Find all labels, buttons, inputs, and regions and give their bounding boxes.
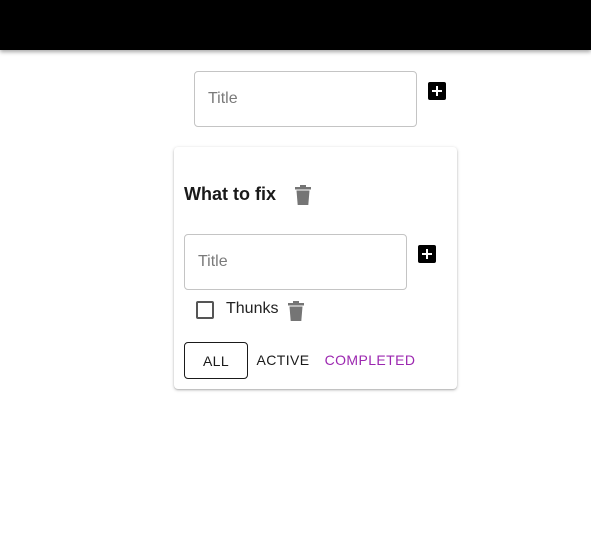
todolist-title-field[interactable] (194, 71, 417, 127)
todolist-title: What to fix (184, 184, 276, 204)
filter-all-button[interactable]: ALL (184, 342, 248, 379)
todolist-card: What to fix Thunks ALL ACTIVE COMPLETED (174, 147, 457, 389)
add-box-icon[interactable] (418, 245, 436, 263)
add-box-icon[interactable] (428, 82, 446, 100)
app-bar (0, 0, 591, 50)
filter-completed-button[interactable]: COMPLETED (322, 342, 418, 379)
trash-icon[interactable] (288, 301, 304, 321)
task-title-input[interactable] (185, 235, 406, 289)
trash-icon[interactable] (295, 185, 311, 205)
task-checkbox[interactable] (196, 301, 214, 319)
filter-active-button[interactable]: ACTIVE (248, 342, 318, 379)
todolist-title-input[interactable] (195, 72, 416, 126)
task-title-field[interactable] (184, 234, 407, 290)
task-label: Thunks (226, 300, 279, 317)
